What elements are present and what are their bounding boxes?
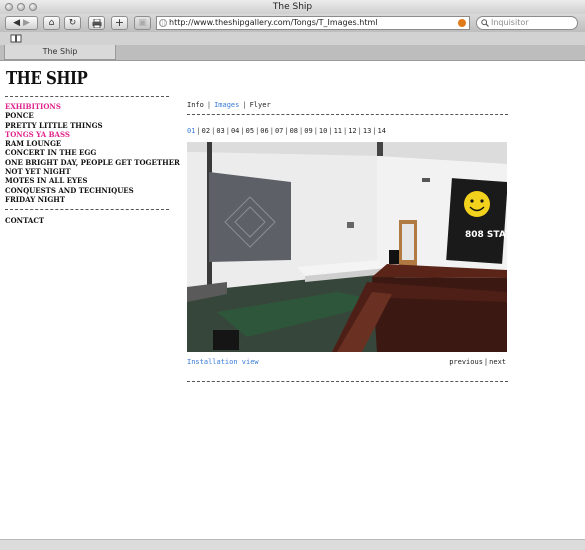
sidebar-item-motes-in-all-eyes[interactable]: MOTES IN ALL EYES (5, 176, 180, 185)
installation-photo[interactable]: 808 STATE (187, 142, 507, 352)
search-field[interactable]: Inquisitor (476, 16, 578, 30)
sidebar-item-ram-lounge[interactable]: RAM LOUNGE (5, 139, 180, 148)
status-bar (0, 539, 585, 550)
page-link-03[interactable]: 03 (216, 127, 224, 135)
site-logo[interactable]: THE SHIP (6, 67, 88, 89)
sidebar-item-friday-night[interactable]: FRIDAY NIGHT (5, 195, 180, 204)
contact-link[interactable]: CONTACT (5, 216, 44, 225)
browser-toolbar: ◀ ▶ ⌂ ↻ + ▣ http://www.theshipgallery.co… (0, 14, 585, 32)
web-page: THE SHIP EXHIBITIONS PONCE PRETTY LITTLE T… (0, 61, 585, 539)
sidebar-nav: EXHIBITIONS PONCE PRETTY LITTLE THINGS TONG… (5, 102, 180, 204)
sidebar-item-tongs-ya-bass[interactable]: TONGS YA BASS (5, 130, 180, 139)
search-placeholder: Inquisitor (491, 18, 529, 27)
bookmarks-bar (0, 32, 585, 45)
poster-text: 808 STATE (465, 230, 507, 240)
reload-icon: ↻ (68, 18, 77, 28)
sidebar-divider-bottom (5, 209, 169, 210)
page-link-02[interactable]: 02 (202, 127, 210, 135)
separator: | (242, 101, 247, 109)
back-forward-button[interactable]: ◀ ▶ (5, 16, 38, 30)
sidebar-item-conquests-and-techniques[interactable]: CONQUESTS AND TECHNIQUES (5, 186, 180, 195)
back-icon[interactable]: ◀ (13, 18, 20, 28)
sidebar-item-one-bright-day-people-get-together[interactable]: ONE BRIGHT DAY, PEOPLE GET TOGETHER (5, 158, 180, 167)
images-link[interactable]: Images (214, 101, 239, 109)
page-link-09[interactable]: 09 (304, 127, 312, 135)
page-link-12[interactable]: 12 (348, 127, 356, 135)
info-link[interactable]: Info (187, 101, 204, 109)
sidebar-item-concert-in-the-egg[interactable]: CONCERT IN THE EGG (5, 148, 180, 157)
plus-icon: + (114, 16, 125, 29)
image-pager: 01|02|03|04|05|06|07|08|09|10|11|12|13|1… (187, 127, 386, 135)
content-divider-bottom (187, 381, 508, 382)
next-link[interactable]: next (489, 358, 506, 366)
image-caption[interactable]: Installation view (187, 358, 259, 366)
rss-icon[interactable] (458, 19, 466, 27)
snapback-button[interactable]: ▣ (134, 16, 151, 30)
add-bookmark-button[interactable]: + (111, 16, 128, 30)
content-divider-top (187, 114, 508, 115)
separator: | (206, 101, 212, 109)
window-titlebar: The Ship (0, 0, 585, 14)
prev-next-nav: previous|next (449, 358, 506, 366)
sidebar-item-ponce[interactable]: PONCE (5, 111, 180, 120)
address-bar[interactable]: http://www.theshipgallery.com/Tongs/T_Im… (156, 16, 470, 30)
address-text[interactable]: http://www.theshipgallery.com/Tongs/T_Im… (169, 18, 377, 27)
page-link-05[interactable]: 05 (246, 127, 254, 135)
forward-icon[interactable]: ▶ (23, 18, 30, 28)
tab-label: The Ship (42, 47, 78, 56)
home-button[interactable]: ⌂ (43, 16, 60, 30)
sidebar-item-pretty-little-things[interactable]: PRETTY LITTLE THINGS (5, 121, 180, 130)
globe-icon (159, 19, 167, 27)
section-subnav: Info | Images | Flyer (187, 101, 271, 109)
sidebar-divider-top (5, 96, 169, 97)
flyer-link[interactable]: Flyer (250, 101, 271, 109)
page-link-11[interactable]: 11 (334, 127, 342, 135)
print-icon (92, 18, 101, 29)
page-link-14[interactable]: 14 (378, 127, 386, 135)
previous-link[interactable]: previous (449, 358, 483, 366)
snapback-icon: ▣ (138, 18, 147, 28)
zoom-window-button[interactable] (29, 3, 37, 11)
gallery-room-image: 808 STATE (187, 142, 507, 352)
page-link-06[interactable]: 06 (260, 127, 268, 135)
sidebar-item-exhibitions[interactable]: EXHIBITIONS (5, 102, 180, 111)
minimize-window-button[interactable] (17, 3, 25, 11)
window-title: The Ship (272, 2, 313, 12)
home-icon: ⌂ (48, 18, 55, 28)
bookmarks-book-icon[interactable] (10, 34, 22, 43)
close-window-button[interactable] (5, 3, 13, 11)
tab-the-ship[interactable]: The Ship (4, 45, 116, 60)
search-icon (481, 19, 489, 27)
sidebar-item-not-yet-night[interactable]: NOT YET NIGHT (5, 167, 180, 176)
tab-bar: The Ship (0, 45, 585, 61)
page-link-08[interactable]: 08 (290, 127, 298, 135)
print-button[interactable] (88, 16, 105, 30)
reload-button[interactable]: ↻ (64, 16, 81, 30)
